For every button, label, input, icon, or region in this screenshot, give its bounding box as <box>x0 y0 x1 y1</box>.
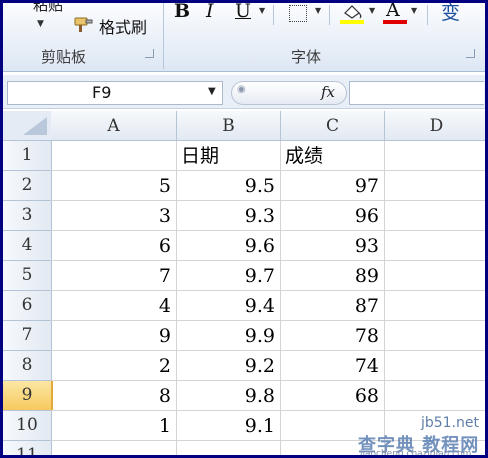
borders-icon[interactable] <box>289 5 307 22</box>
cell-b4[interactable]: 9.6 <box>177 231 281 261</box>
format-painter-button[interactable]: 格式刷 <box>99 14 147 38</box>
cell-b1[interactable]: 日期 <box>177 141 281 171</box>
row-header-3[interactable]: 3 <box>3 201 52 231</box>
cell-a2[interactable]: 5 <box>51 171 177 201</box>
watermark: jb51.net 查字典 教程网 jiaocheng.chazidian.com <box>358 415 485 455</box>
cell-b9[interactable]: 9.8 <box>177 381 281 411</box>
excel-window: 粘贴 ▼ 格式刷 剪贴板 B I U ▼ ▼ ▼ A ▼ 变 字体 F9 ▼ ◉… <box>0 0 488 458</box>
cell-c9[interactable]: 68 <box>281 381 385 411</box>
name-box[interactable]: F9 ▼ <box>7 81 223 105</box>
cell-b3[interactable]: 9.3 <box>177 201 281 231</box>
name-box-dropdown-icon[interactable]: ▼ <box>208 86 216 97</box>
cell-c2[interactable]: 97 <box>281 171 385 201</box>
cell-c6[interactable]: 87 <box>281 291 385 321</box>
cell-c7[interactable]: 78 <box>281 321 385 351</box>
row-header-5[interactable]: 5 <box>3 261 52 291</box>
phonetic-guide-button[interactable]: 变 <box>441 3 460 25</box>
watermark-domain: jb51.net <box>420 415 479 431</box>
paste-button[interactable]: 粘贴 <box>33 3 63 15</box>
row-header-8[interactable]: 8 <box>3 351 52 381</box>
cell-c5[interactable]: 89 <box>281 261 385 291</box>
cell-a5[interactable]: 7 <box>51 261 177 291</box>
cell-a6[interactable]: 4 <box>51 291 177 321</box>
watermark-url: jiaocheng.chazidian.com <box>360 449 472 458</box>
cell-a11[interactable] <box>51 441 177 455</box>
row-header-1[interactable]: 1 <box>3 141 52 171</box>
cell-d9[interactable] <box>385 381 485 411</box>
name-box-value: F9 <box>92 83 112 102</box>
toolbar-divider <box>273 5 274 25</box>
cell-d3[interactable] <box>385 201 485 231</box>
cell-b8[interactable]: 9.2 <box>177 351 281 381</box>
cell-b11[interactable] <box>177 441 281 455</box>
cell-a3[interactable]: 3 <box>51 201 177 231</box>
select-all-icon <box>23 117 47 135</box>
cell-d7[interactable] <box>385 321 485 351</box>
clipboard-dialog-launcher-icon[interactable] <box>145 49 154 58</box>
cell-d8[interactable] <box>385 351 485 381</box>
insert-function-button[interactable]: fx <box>321 83 335 101</box>
cell-a8[interactable]: 2 <box>51 351 177 381</box>
row-header-6[interactable]: 6 <box>3 291 52 321</box>
cell-c8[interactable]: 74 <box>281 351 385 381</box>
cell-d4[interactable] <box>385 231 485 261</box>
resize-handle-icon[interactable]: ◉ <box>237 84 246 95</box>
font-color-swatch <box>383 20 407 24</box>
cell-d5[interactable] <box>385 261 485 291</box>
row-header-4[interactable]: 4 <box>3 231 52 261</box>
cell-b2[interactable]: 9.5 <box>177 171 281 201</box>
cell-a9[interactable]: 8 <box>51 381 177 411</box>
cell-a7[interactable]: 9 <box>51 321 177 351</box>
clipboard-group-label: 剪贴板 <box>41 48 87 66</box>
font-color-dropdown-icon[interactable]: ▼ <box>411 6 417 15</box>
row-header-9[interactable]: 9 <box>3 381 53 411</box>
column-header-c[interactable]: C <box>281 111 385 141</box>
cell-c4[interactable]: 93 <box>281 231 385 261</box>
row-header-10[interactable]: 10 <box>3 411 52 441</box>
cell-b6[interactable]: 9.4 <box>177 291 281 321</box>
cell-d1[interactable] <box>385 141 485 171</box>
toolbar-divider <box>329 5 330 25</box>
row-header-2[interactable]: 2 <box>3 171 52 201</box>
cell-b10[interactable]: 9.1 <box>177 411 281 441</box>
group-divider <box>163 3 164 69</box>
font-group-label: 字体 <box>291 48 322 66</box>
borders-dropdown-icon[interactable]: ▼ <box>315 6 321 15</box>
formula-bar: F9 ▼ ◉ fx <box>3 75 485 109</box>
select-all-button[interactable] <box>3 111 52 141</box>
cell-a4[interactable]: 6 <box>51 231 177 261</box>
row-header-7[interactable]: 7 <box>3 321 52 351</box>
cell-c1[interactable]: 成绩 <box>281 141 385 171</box>
font-dialog-launcher-icon[interactable] <box>466 49 475 58</box>
toolbar-divider <box>427 5 428 25</box>
fill-color-dropdown-icon[interactable]: ▼ <box>369 6 375 15</box>
fill-color-icon[interactable] <box>339 3 365 25</box>
format-painter-icon[interactable] <box>73 15 95 33</box>
bold-button[interactable]: B <box>174 3 190 22</box>
underline-button[interactable]: U <box>235 3 251 22</box>
cell-d6[interactable] <box>385 291 485 321</box>
cell-a1[interactable] <box>51 141 177 171</box>
formula-input[interactable] <box>349 81 484 105</box>
font-color-button[interactable]: A <box>386 3 400 21</box>
underline-dropdown-icon[interactable]: ▼ <box>259 6 265 15</box>
ribbon: 粘贴 ▼ 格式刷 剪贴板 B I U ▼ ▼ ▼ A ▼ 变 字体 <box>3 3 485 72</box>
italic-button[interactable]: I <box>206 3 214 22</box>
paste-dropdown-icon[interactable]: ▼ <box>37 19 44 29</box>
column-header-d[interactable]: D <box>385 111 485 141</box>
row-header-11[interactable]: 11 <box>3 441 52 455</box>
column-header-b[interactable]: B <box>177 111 281 141</box>
cell-b5[interactable]: 9.7 <box>177 261 281 291</box>
cell-d2[interactable] <box>385 171 485 201</box>
cell-c3[interactable]: 96 <box>281 201 385 231</box>
cell-b7[interactable]: 9.9 <box>177 321 281 351</box>
cell-a10[interactable]: 1 <box>51 411 177 441</box>
column-header-a[interactable]: A <box>51 111 177 141</box>
